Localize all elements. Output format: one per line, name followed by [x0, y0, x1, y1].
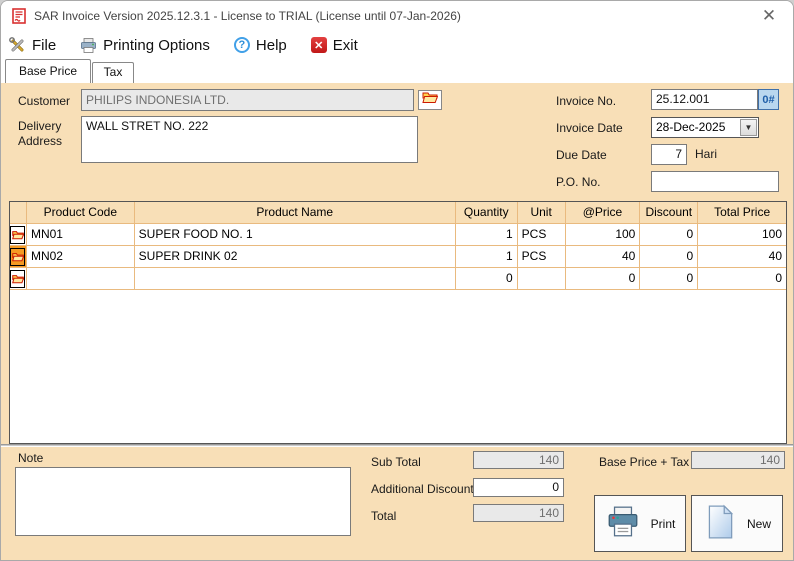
table-header-row: Product Code Product Name Quantity Unit … [10, 202, 786, 224]
additional-discount-field[interactable]: 0 [473, 478, 564, 497]
new-button[interactable]: New [691, 495, 783, 552]
base-price-tax-field: 140 [691, 451, 785, 469]
printer-icon [605, 504, 641, 543]
cell-product-name[interactable]: SUPER DRINK 02 [134, 246, 456, 268]
cell-discount[interactable]: 0 [640, 246, 699, 268]
menu-printing-options[interactable]: Printing Options [80, 37, 210, 54]
menu-help-label: Help [255, 36, 287, 54]
cell-product-code[interactable]: MN02 [26, 246, 135, 268]
table-row-empty[interactable]: 0 0 0 0 [10, 268, 786, 290]
cell-product-name[interactable]: SUPER FOOD NO. 1 [134, 224, 456, 246]
row-browse-cell[interactable] [10, 246, 27, 268]
menu-help[interactable]: ? Help [233, 36, 287, 54]
close-button[interactable]: ✕ [759, 6, 779, 26]
header-quantity: Quantity [455, 202, 518, 224]
tab-base-price[interactable]: Base Price [5, 59, 91, 83]
sub-total-field: 140 [473, 451, 564, 469]
items-table: Product Code Product Name Quantity Unit … [9, 201, 787, 444]
cell-total-price[interactable]: 0 [698, 268, 786, 290]
cell-discount[interactable]: 0 [640, 268, 699, 290]
additional-discount-label: Additional Discount [371, 482, 474, 496]
menu-exit-label: Exit [332, 36, 358, 54]
note-label: Note [18, 451, 44, 465]
invoice-no-field[interactable]: 25.12.001 [651, 89, 758, 110]
cell-unit[interactable]: PCS [517, 246, 566, 268]
base-price-panel: Customer PHILIPS INDONESIA LTD. Delivery… [1, 83, 793, 560]
print-button[interactable]: Print [594, 495, 686, 552]
invoice-number-format-button[interactable]: 0# [758, 89, 779, 110]
po-no-label: P.O. No. [556, 175, 601, 189]
invoice-date-label: Invoice Date [556, 121, 623, 135]
cell-product-code[interactable]: MN01 [26, 224, 135, 246]
header-product-code: Product Code [26, 202, 135, 224]
cell-quantity[interactable]: 1 [455, 246, 518, 268]
table-row-selected[interactable]: MN02 SUPER DRINK 02 1 PCS 40 0 40 [10, 246, 786, 268]
menu-printing-options-label: Printing Options [103, 36, 210, 54]
new-document-icon [703, 504, 737, 543]
total-field: 140 [473, 504, 564, 522]
header-price: @Price [565, 202, 641, 224]
cell-unit[interactable] [517, 268, 566, 290]
tab-tax[interactable]: Tax [92, 62, 134, 83]
open-folder-icon[interactable] [10, 247, 26, 266]
table-row[interactable]: MN01 SUPER FOOD NO. 1 1 PCS 100 0 100 [10, 224, 786, 246]
menu-exit[interactable]: ✕ Exit [310, 36, 358, 54]
row-browse-cell[interactable] [10, 268, 27, 290]
total-label: Total [371, 509, 397, 523]
cell-product-name[interactable] [134, 268, 456, 290]
customer-label: Customer [18, 94, 71, 108]
help-icon: ? [233, 37, 250, 53]
cell-total-price[interactable]: 40 [698, 246, 786, 268]
header-icon-column [10, 202, 27, 224]
po-no-field[interactable] [651, 171, 779, 192]
invoice-app-icon [11, 8, 27, 29]
tools-icon [9, 36, 26, 54]
delivery-address-textarea[interactable]: WALL STRET NO. 222 [81, 116, 418, 163]
chevron-down-icon[interactable]: ▼ [740, 119, 757, 136]
section-divider [1, 444, 793, 447]
cell-product-code[interactable] [26, 268, 135, 290]
cell-quantity[interactable]: 0 [455, 268, 518, 290]
new-button-label: New [746, 516, 771, 531]
open-folder-icon[interactable] [10, 225, 26, 244]
invoice-date-dropdown[interactable]: 28-Dec-2025 ▼ [651, 117, 759, 138]
cell-unit[interactable]: PCS [517, 224, 566, 246]
header-discount: Discount [640, 202, 699, 224]
window-title: SAR Invoice Version 2025.12.3.1 - Licens… [34, 9, 461, 23]
cell-total-price[interactable]: 100 [698, 224, 786, 246]
menu-file-label: File [32, 36, 57, 54]
note-textarea[interactable] [15, 467, 351, 536]
printer-icon [80, 37, 97, 54]
menu-file[interactable]: File [9, 37, 56, 54]
delivery-address-label: Delivery Address [18, 119, 63, 148]
cell-price[interactable]: 0 [565, 268, 641, 290]
invoice-no-label: Invoice No. [556, 94, 617, 108]
cell-price[interactable]: 100 [565, 224, 641, 246]
header-unit: Unit [517, 202, 566, 224]
print-button-label: Print [650, 516, 676, 531]
open-folder-icon [422, 91, 439, 109]
exit-icon: ✕ [310, 37, 327, 53]
cell-price[interactable]: 40 [565, 246, 641, 268]
app-window: SAR Invoice Version 2025.12.3.1 - Licens… [0, 0, 794, 561]
tab-strip: Base Price Tax [1, 59, 793, 83]
customer-field: PHILIPS INDONESIA LTD. [81, 89, 414, 111]
cell-discount[interactable]: 0 [640, 224, 699, 246]
row-browse-cell[interactable] [10, 224, 27, 246]
invoice-date-value: 28-Dec-2025 [656, 120, 726, 134]
title-bar: SAR Invoice Version 2025.12.3.1 - Licens… [1, 1, 793, 31]
open-folder-icon[interactable] [10, 269, 26, 288]
header-total-price: Total Price [698, 202, 786, 224]
due-date-unit-label: Hari [695, 147, 718, 161]
due-date-label: Due Date [556, 148, 607, 162]
header-product-name: Product Name [134, 202, 456, 224]
base-price-tax-label: Base Price + Tax [599, 455, 690, 469]
customer-browse-button[interactable] [418, 90, 442, 110]
cell-quantity[interactable]: 1 [455, 224, 518, 246]
menu-bar: File Printing Options ? Help ✕ Exit [1, 31, 793, 59]
due-date-field[interactable]: 7 [651, 144, 687, 165]
sub-total-label: Sub Total [371, 455, 421, 469]
